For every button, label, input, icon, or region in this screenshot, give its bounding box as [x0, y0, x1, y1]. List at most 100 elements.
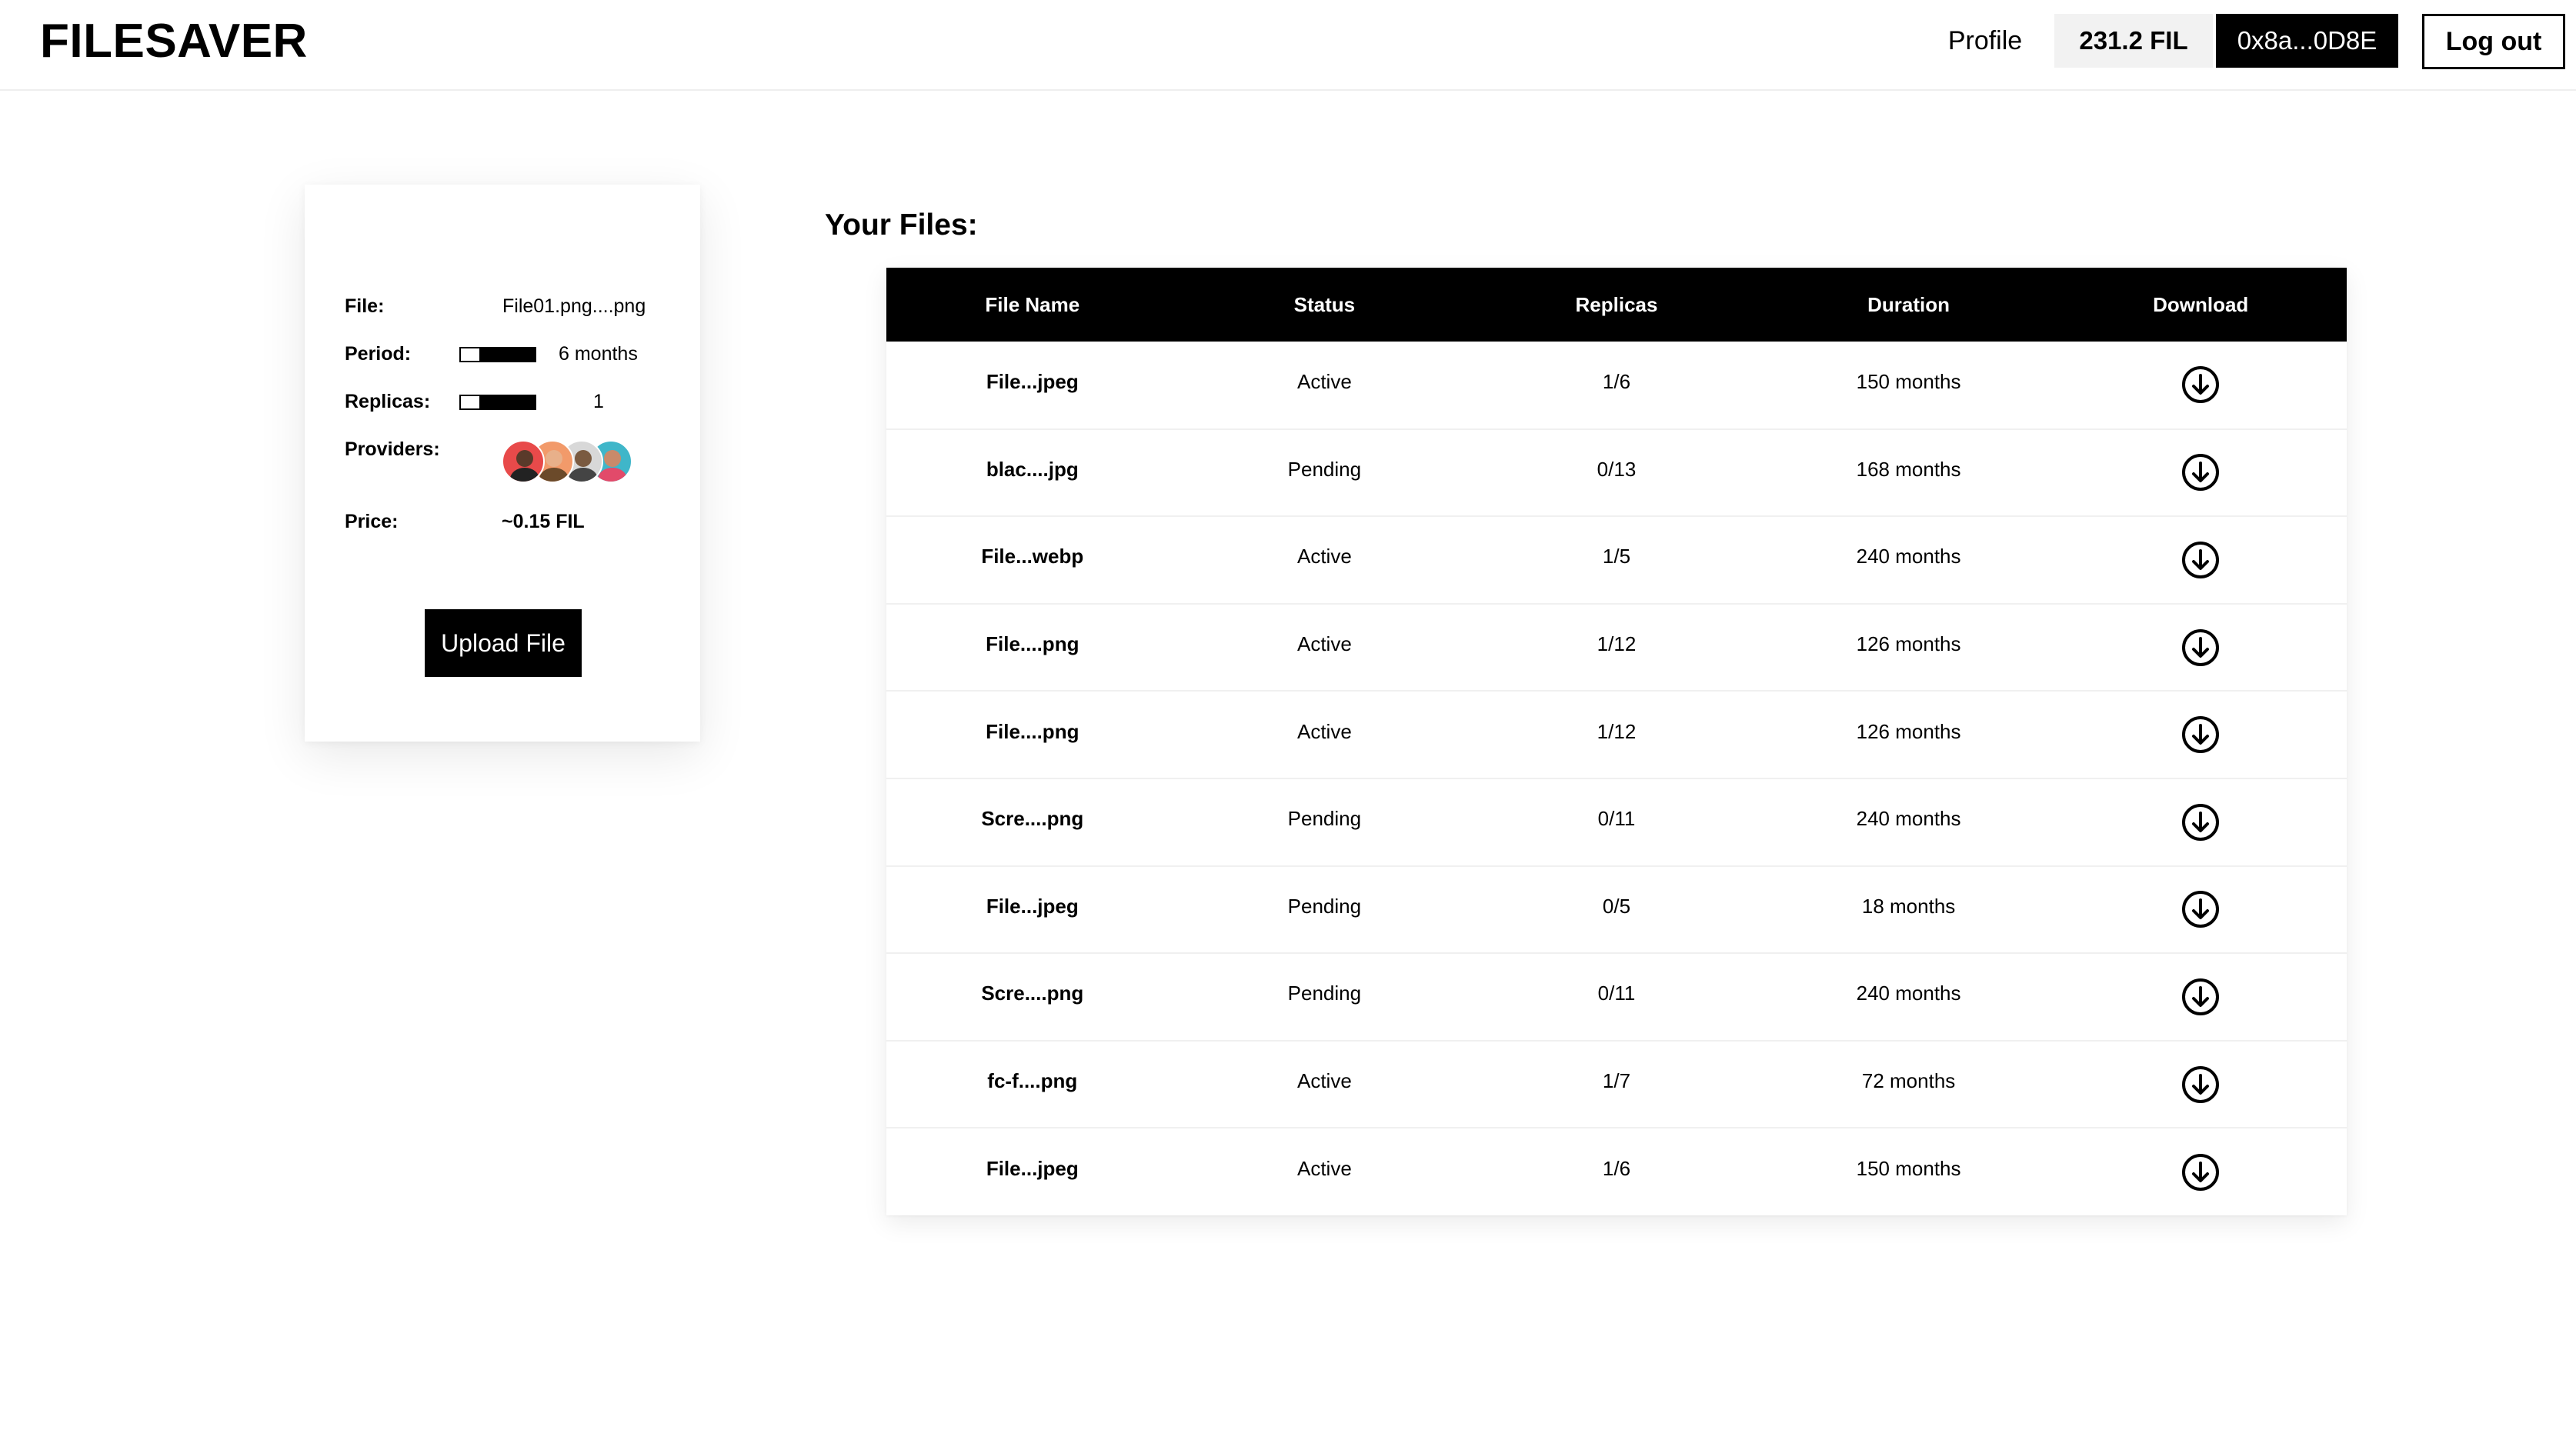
- download-cell: [2054, 516, 2347, 604]
- replicas-slider[interactable]: [459, 395, 536, 410]
- status-cell: Pending: [1287, 894, 1362, 918]
- file-name-cell[interactable]: File....png: [886, 691, 1179, 778]
- providers-label: Providers:: [345, 438, 440, 460]
- download-icon[interactable]: [2181, 1065, 2221, 1105]
- replicas-cell: 1/12: [1597, 632, 1637, 656]
- duration-cell: 240 months: [1856, 982, 1961, 1005]
- replicas-cell: 1/12: [1597, 719, 1637, 743]
- status-cell: Active: [1296, 369, 1352, 393]
- column-header-status: Status: [1293, 292, 1356, 316]
- status-cell: Active: [1296, 545, 1352, 568]
- file-name-cell[interactable]: File....png: [886, 604, 1179, 692]
- period-label: Period:: [345, 343, 412, 365]
- files-table-body: File...jpeg Active 1/6 150 months blac....jp…: [886, 342, 2347, 1215]
- status-cell: Active: [1296, 719, 1352, 743]
- table-header-row: File Name Status Replicas Duration Downl…: [886, 268, 2347, 342]
- provider-avatar[interactable]: [502, 440, 545, 483]
- upload-file-button[interactable]: Upload File: [425, 609, 582, 677]
- download-icon[interactable]: [2181, 977, 2221, 1017]
- file-name-cell[interactable]: Scre....png: [886, 778, 1179, 866]
- download-cell: [2054, 429, 2347, 517]
- table-row: File...webp Active 1/5 240 months: [886, 516, 2347, 604]
- status-cell: Active: [1296, 632, 1352, 656]
- duration-cell: 240 months: [1856, 807, 1961, 831]
- column-header-duration: Duration: [1867, 292, 1950, 316]
- replicas-cell: 1/5: [1602, 545, 1631, 568]
- table-row: fc-f....png Active 1/7 72 months: [886, 1041, 2347, 1128]
- download-icon[interactable]: [2181, 365, 2221, 405]
- table-row: File...jpeg Active 1/6 150 months: [886, 1128, 2347, 1215]
- file-name-cell[interactable]: Scre....png: [886, 953, 1179, 1041]
- duration-cell: 126 months: [1856, 719, 1961, 743]
- duration-cell: 18 months: [1861, 894, 1956, 918]
- replicas-cell: 0/11: [1597, 982, 1636, 1005]
- download-cell: [2054, 604, 2347, 692]
- file-name-cell[interactable]: File...jpeg: [886, 1128, 1179, 1215]
- replicas-cell: 0/13: [1597, 457, 1637, 481]
- profile-link[interactable]: Profile: [1931, 14, 2039, 68]
- table-row: blac....jpg Pending 0/13 168 months: [886, 429, 2347, 517]
- files-table-container: File Name Status Replicas Duration Downl…: [886, 268, 2347, 1215]
- download-icon[interactable]: [2181, 715, 2221, 755]
- status-cell: Pending: [1287, 457, 1362, 481]
- price-label: Price:: [345, 511, 399, 532]
- download-cell: [2054, 691, 2347, 778]
- status-cell: Active: [1296, 1069, 1352, 1093]
- files-section-title: Your Files:: [825, 208, 978, 242]
- replicas-cell: 1/6: [1602, 369, 1631, 393]
- table-row: File....png Active 1/12 126 months: [886, 604, 2347, 692]
- duration-cell: 168 months: [1856, 457, 1961, 481]
- column-header-download: Download: [2153, 292, 2249, 316]
- file-label: File:: [345, 295, 385, 317]
- replicas-label: Replicas:: [345, 391, 431, 412]
- replicas-cell: 1/6: [1602, 1157, 1631, 1181]
- app-logo[interactable]: FILESAVER: [40, 13, 308, 70]
- file-name-cell[interactable]: File...jpeg: [886, 866, 1179, 954]
- status-cell: Pending: [1287, 982, 1362, 1005]
- download-cell: [2054, 342, 2347, 429]
- duration-cell: 150 months: [1856, 369, 1961, 393]
- download-cell: [2054, 1041, 2347, 1128]
- price-value: ~0.15 FIL: [502, 511, 585, 532]
- download-icon[interactable]: [2181, 540, 2221, 580]
- download-cell: [2054, 1128, 2347, 1215]
- table-row: File...jpeg Active 1/6 150 months: [886, 342, 2347, 429]
- download-icon[interactable]: [2181, 628, 2221, 668]
- providers-avatar-group: [502, 440, 632, 483]
- wallet-address-badge[interactable]: 0x8a...0D8E: [2216, 14, 2398, 68]
- table-row: Scre....png Pending 0/11 240 months: [886, 953, 2347, 1041]
- period-slider[interactable]: [459, 347, 536, 362]
- table-row: Scre....png Pending 0/11 240 months: [886, 778, 2347, 866]
- duration-cell: 126 months: [1856, 632, 1961, 656]
- duration-cell: 150 months: [1856, 1157, 1961, 1181]
- file-name-cell[interactable]: blac....jpg: [886, 429, 1179, 517]
- table-row: File...jpeg Pending 0/5 18 months: [886, 866, 2347, 954]
- file-name-cell[interactable]: File...jpeg: [886, 342, 1179, 429]
- download-cell: [2054, 953, 2347, 1041]
- column-header-replicas: Replicas: [1575, 292, 1658, 316]
- replicas-cell: 1/7: [1602, 1069, 1631, 1093]
- download-icon[interactable]: [2181, 452, 2221, 492]
- download-icon[interactable]: [2181, 1152, 2221, 1192]
- download-cell: [2054, 778, 2347, 866]
- download-cell: [2054, 866, 2347, 954]
- duration-cell: 72 months: [1861, 1069, 1956, 1093]
- fil-balance-badge: 231.2 FIL: [2054, 14, 2213, 68]
- period-value: 6 months: [559, 343, 638, 365]
- duration-cell: 240 months: [1856, 545, 1961, 568]
- replicas-cell: 0/11: [1597, 807, 1636, 831]
- replicas-value: 1: [593, 391, 604, 412]
- download-icon[interactable]: [2181, 802, 2221, 842]
- files-table: File Name Status Replicas Duration Downl…: [886, 268, 2347, 1215]
- file-name-cell[interactable]: File...webp: [886, 516, 1179, 604]
- upload-card: File: File01.png....png Period: 6 months…: [305, 185, 700, 742]
- column-header-file-name: File Name: [985, 292, 1080, 316]
- status-cell: Pending: [1287, 807, 1362, 831]
- logout-button[interactable]: Log out: [2422, 14, 2565, 69]
- replicas-cell: 0/5: [1602, 894, 1631, 918]
- file-value[interactable]: File01.png....png: [502, 295, 646, 318]
- table-row: File....png Active 1/12 126 months: [886, 691, 2347, 778]
- download-icon[interactable]: [2181, 889, 2221, 929]
- file-name-cell[interactable]: fc-f....png: [886, 1041, 1179, 1128]
- top-navbar: FILESAVER Profile 231.2 FIL 0x8a...0D8E …: [0, 0, 2576, 91]
